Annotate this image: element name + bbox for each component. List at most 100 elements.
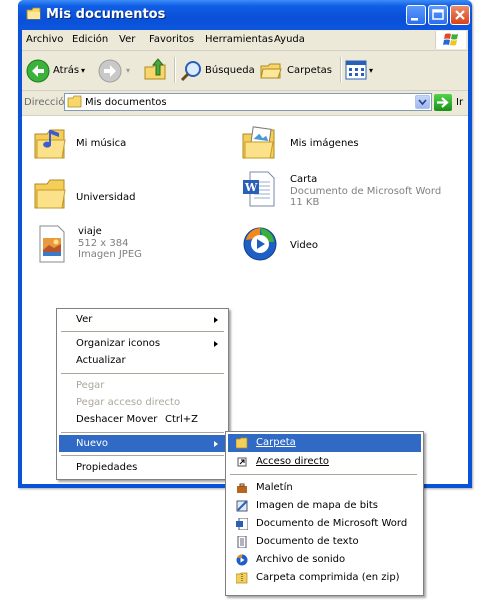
menu-herramientas[interactable]: Herramientas (205, 34, 273, 45)
folder-icon (34, 179, 66, 209)
search-button[interactable]: Búsqueda (179, 57, 255, 85)
folder-icon (26, 7, 41, 20)
ctx-item-label: Pegar (76, 380, 105, 391)
new-item-documento-word[interactable]: Documento de Microsoft Word (228, 515, 421, 533)
ctx-item-label: Actualizar (76, 355, 126, 366)
close-button[interactable] (450, 5, 470, 25)
go-arrow-icon (437, 97, 449, 108)
maximize-button[interactable] (428, 5, 448, 25)
address-value: Mis documentos (85, 97, 167, 108)
menu-archivo[interactable]: Archivo (26, 34, 63, 45)
new-item-carpeta-comprimida[interactable]: Carpeta comprimida (en zip) (228, 569, 421, 587)
ctx-item-nuevo[interactable]: Nuevo (59, 435, 226, 452)
folder-icon (67, 95, 82, 108)
folders-icon (260, 63, 282, 79)
forward-arrow-icon (98, 59, 122, 83)
address-bar: Dirección Mis documentos Ir (22, 91, 468, 116)
new-item-label: Acceso directo (256, 456, 330, 467)
chevron-down-icon (418, 99, 427, 106)
ctx-item-organizar-iconos[interactable]: Organizar iconos (59, 335, 226, 352)
new-item-label: Carpeta comprimida (en zip) (256, 572, 400, 583)
new-submenu: Carpeta Acceso directo Maletín Imagen de… (225, 431, 424, 596)
folders-label: Carpetas (287, 65, 332, 76)
new-item-maletin[interactable]: Maletín (228, 479, 421, 497)
file-dimensions: 512 x 384 (78, 238, 129, 249)
file-name: Mi música (76, 138, 127, 149)
up-folder-button[interactable] (142, 57, 168, 85)
file-item[interactable]: Mi música (32, 124, 192, 168)
search-label: Búsqueda (205, 65, 255, 76)
text-document-icon (237, 536, 247, 548)
address-dropdown-button[interactable] (415, 95, 430, 109)
new-item-label: Imagen de mapa de bits (256, 500, 378, 511)
pictures-folder-icon (242, 126, 275, 159)
maximize-icon (432, 9, 444, 20)
new-item-imagen-mapa-bits[interactable]: Imagen de mapa de bits (228, 497, 421, 515)
file-name: Video (290, 240, 319, 251)
new-item-documento-texto[interactable]: Documento de texto (228, 533, 421, 551)
address-field[interactable]: Mis documentos (64, 93, 432, 111)
back-button[interactable]: Atrás ▾ (26, 57, 92, 85)
views-icon (345, 60, 367, 80)
file-name: Carta (290, 174, 318, 185)
close-icon (455, 10, 465, 20)
file-item[interactable]: W Carta Documento de Microsoft Word 11 K… (240, 168, 460, 218)
ctx-item-label: Nuevo (76, 438, 109, 449)
submenu-arrow-icon (214, 441, 218, 447)
back-arrow-icon (26, 59, 50, 83)
file-item[interactable]: Universidad (32, 174, 192, 218)
file-item[interactable]: viaje 512 x 384 Imagen JPEG (34, 224, 204, 274)
word-document-icon: W (243, 171, 275, 207)
file-type: Documento de Microsoft Word (290, 186, 442, 197)
new-item-acceso-directo[interactable]: Acceso directo (228, 453, 421, 471)
forward-button[interactable]: ▾ (98, 57, 136, 85)
ctx-item-actualizar[interactable]: Actualizar (59, 352, 226, 369)
title-bar[interactable]: Mis documentos (18, 0, 472, 30)
file-size: 11 KB (290, 197, 320, 208)
menu-ver[interactable]: Ver (119, 34, 135, 45)
ctx-item-propiedades[interactable]: Propiedades (59, 459, 226, 476)
ctx-item-pegar-acceso-directo: Pegar acceso directo (59, 394, 226, 411)
new-item-archivo-sonido[interactable]: Archivo de sonido (228, 551, 421, 569)
zip-folder-icon (236, 572, 248, 584)
svg-text:W: W (244, 181, 258, 194)
bitmap-icon (236, 500, 248, 512)
file-name: Mis imágenes (290, 138, 359, 149)
ctx-item-label: Propiedades (76, 462, 138, 473)
file-item[interactable]: Video (242, 226, 402, 270)
ctx-item-ver[interactable]: Ver (59, 311, 226, 328)
toolbar: Atrás ▾ ▾ Búsqueda Carpetas ▾ (22, 51, 468, 91)
new-item-label: Archivo de sonido (256, 554, 346, 565)
music-folder-icon (34, 129, 66, 159)
ctx-item-label: Pegar acceso directo (76, 397, 181, 408)
new-item-carpeta[interactable]: Carpeta (228, 434, 421, 452)
menu-ayuda[interactable]: Ayuda (274, 34, 305, 45)
submenu-arrow-icon (214, 317, 218, 323)
ctx-item-shortcut: Ctrl+Z (165, 414, 199, 425)
minimize-button[interactable] (406, 5, 426, 25)
toolbar-separator (340, 57, 342, 83)
ctx-item-label: Organizar iconos (76, 338, 161, 349)
file-type: Imagen JPEG (78, 249, 142, 260)
window-title: Mis documentos (46, 7, 166, 22)
back-label: Atrás (53, 65, 80, 76)
toolbar-separator (174, 57, 176, 83)
menu-bar: Archivo Edición Ver Favoritos Herramient… (22, 30, 468, 51)
ctx-item-deshacer-mover[interactable]: Deshacer Mover Ctrl+Z (59, 411, 226, 428)
file-item[interactable]: Mis imágenes (240, 124, 440, 168)
submenu-arrow-icon (214, 341, 218, 347)
briefcase-icon (237, 483, 247, 493)
media-player-icon (243, 227, 277, 261)
context-menu: Ver Organizar iconos Actualizar Pegar Pe… (56, 308, 229, 480)
up-folder-icon (144, 58, 166, 80)
ctx-item-label: Ver (76, 314, 93, 325)
menu-edicion[interactable]: Edición (72, 34, 108, 45)
ctx-item-pegar: Pegar (59, 377, 226, 394)
go-label[interactable]: Ir (456, 97, 463, 108)
folders-button[interactable]: Carpetas (259, 57, 335, 85)
views-button[interactable]: ▾ (345, 57, 379, 85)
go-button[interactable] (434, 94, 452, 111)
menu-favoritos[interactable]: Favoritos (149, 34, 194, 45)
minimize-icon (411, 18, 418, 21)
ctx-item-label: Deshacer Mover (76, 414, 158, 425)
